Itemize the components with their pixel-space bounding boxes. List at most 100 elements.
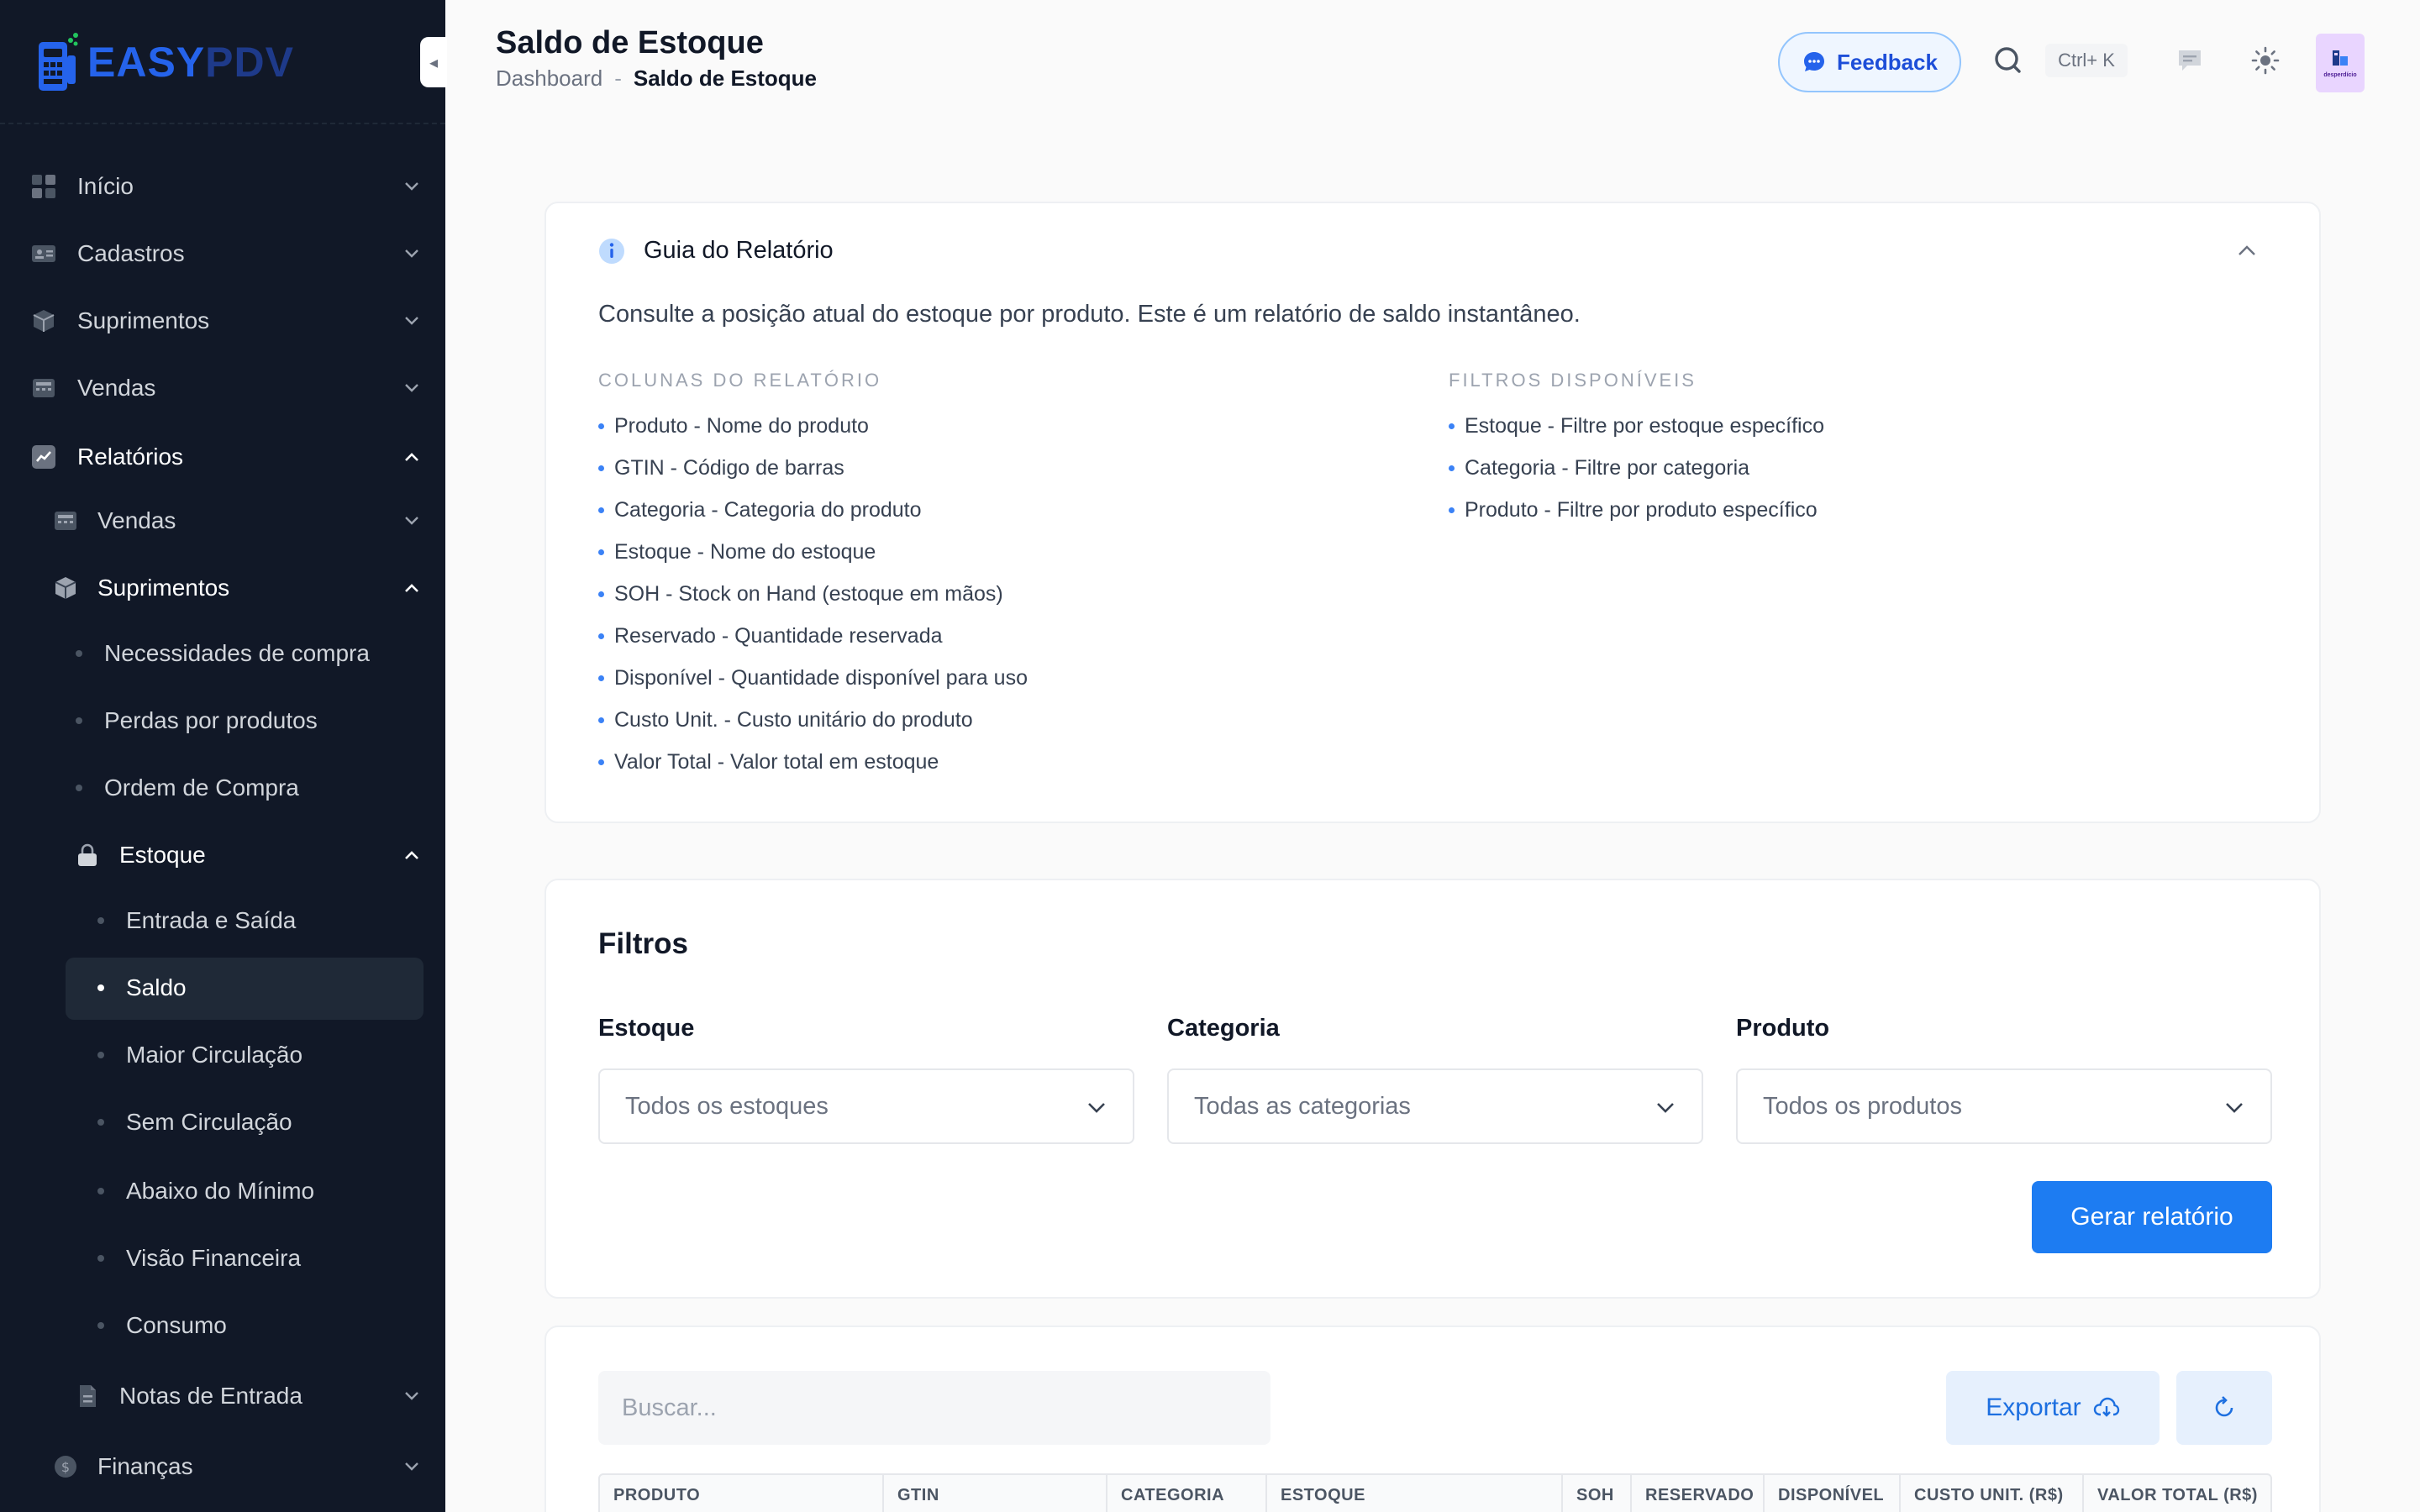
bullet-dot	[97, 1119, 104, 1126]
categoria-select-value: Todas as categorias	[1194, 1092, 1411, 1120]
document-icon	[74, 1383, 101, 1410]
list-item: SOH - Stock on Hand (estoque em mãos)	[598, 573, 1028, 615]
logo[interactable]: EASYPDV	[37, 30, 294, 94]
sidebar-item-financas[interactable]: $ Finanças	[0, 1441, 445, 1492]
chevron-up-icon	[402, 578, 422, 598]
sidebar-item-maior-circulacao[interactable]: Maior Circulação	[0, 1030, 445, 1080]
bullet-dot	[598, 633, 604, 639]
sidebar-item-label: Vendas	[97, 507, 176, 533]
export-button[interactable]: Exportar	[1946, 1371, 2160, 1445]
sidebar: EASYPDV Início Cadastros Suprimentos Ven…	[0, 0, 445, 1512]
column-header-disponivel[interactable]: DISPONÍVEL	[1765, 1475, 1901, 1512]
chevron-down-icon	[402, 511, 422, 531]
chevron-up-icon	[402, 447, 422, 467]
bullet-dot	[598, 591, 604, 597]
column-header-estoque[interactable]: ESTOQUE	[1267, 1475, 1563, 1512]
chevron-down-icon	[2223, 1097, 2245, 1119]
breadcrumb-dashboard-link[interactable]: Dashboard	[496, 66, 602, 92]
bullet-dot	[97, 1052, 104, 1058]
sidebar-item-entrada-e-saida[interactable]: Entrada e Saída	[0, 895, 445, 946]
svg-text:$: $	[61, 1459, 70, 1475]
column-header-categoria[interactable]: CATEGORIA	[1107, 1475, 1267, 1512]
sidebar-item-abaixo-do-minimo[interactable]: Abaixo do Mínimo	[0, 1166, 445, 1216]
column-header-gtin[interactable]: GTIN	[884, 1475, 1107, 1512]
estoque-select-value: Todos os estoques	[625, 1092, 829, 1120]
sidebar-item-relatorios[interactable]: Relatórios	[0, 432, 445, 482]
column-header-produto[interactable]: PRODUTO	[600, 1475, 884, 1512]
theme-toggle-button[interactable]	[2249, 44, 2282, 77]
bullet-dot	[76, 717, 82, 724]
avatar[interactable]: desperdício	[2316, 34, 2365, 92]
filters-list: Estoque - Filtre por estoque específico …	[1449, 405, 1824, 531]
bullet-dot	[1449, 465, 1455, 471]
sidebar-item-inicio[interactable]: Início	[0, 161, 445, 212]
categoria-select[interactable]: Todas as categorias	[1167, 1068, 1703, 1144]
refresh-icon	[2215, 1396, 2233, 1417]
search-shortcut-badge: Ctrl+ K	[2045, 44, 2128, 77]
sidebar-item-sem-circulacao[interactable]: Sem Circulação	[0, 1097, 445, 1147]
feedback-label: Feedback	[1837, 49, 1938, 75]
refresh-button[interactable]	[2176, 1371, 2272, 1445]
sidebar-item-suprimentos[interactable]: Suprimentos	[0, 296, 445, 346]
message-icon	[2179, 50, 2201, 71]
sidebar-item-estoque[interactable]: Estoque	[0, 830, 445, 880]
search-placeholder: Buscar...	[622, 1394, 717, 1421]
filters-title: Filtros	[598, 927, 688, 960]
bullet-dot	[76, 785, 82, 791]
bullet-dot	[97, 1322, 104, 1329]
search-input[interactable]: Buscar...	[598, 1371, 1270, 1445]
list-item: Categoria - Categoria do produto	[598, 489, 1028, 531]
sidebar-item-saldo[interactable]: Saldo	[0, 963, 445, 1013]
sidebar-item-notas-de-entrada[interactable]: Notas de Entrada	[0, 1371, 445, 1421]
guide-description: Consulte a posição atual do estoque por …	[598, 301, 1581, 328]
produto-label: Produto	[1736, 1015, 1830, 1042]
sidebar-item-necessidades-de-compra[interactable]: Necessidades de compra	[0, 628, 445, 679]
coin-icon: $	[52, 1453, 79, 1480]
column-header-valor-total[interactable]: VALOR TOTAL (R$)	[2084, 1475, 2270, 1512]
messages-button[interactable]	[2173, 44, 2207, 77]
bullet-dot	[97, 1188, 104, 1194]
lock-icon	[74, 842, 101, 869]
sidebar-item-relatorios-vendas[interactable]: Vendas	[0, 496, 445, 546]
guide-collapse-button[interactable]	[2235, 239, 2259, 262]
sidebar-item-ordem-de-compra[interactable]: Ordem de Compra	[0, 763, 445, 813]
column-header-custo-unit[interactable]: CUSTO UNIT. (R$)	[1901, 1475, 2084, 1512]
page-title: Saldo de Estoque	[496, 25, 764, 60]
column-header-reservado[interactable]: RESERVADO	[1632, 1475, 1765, 1512]
guide-header[interactable]: Guia do Relatório	[598, 237, 834, 265]
sidebar-item-label: Relatórios	[77, 444, 184, 470]
estoque-select[interactable]: Todos os estoques	[598, 1068, 1134, 1144]
chevron-down-icon	[1086, 1097, 1107, 1119]
generate-report-button[interactable]: Gerar relatório	[2032, 1181, 2272, 1253]
sidebar-item-consumo[interactable]: Consumo	[0, 1300, 445, 1351]
sidebar-item-perdas-por-produtos[interactable]: Perdas por produtos	[0, 696, 445, 746]
bullet-dot	[1449, 423, 1455, 429]
bullet-dot	[1449, 507, 1455, 513]
chevron-down-icon	[402, 1457, 422, 1477]
search-button[interactable]	[1991, 44, 2025, 77]
sidebar-item-cadastros[interactable]: Cadastros	[0, 228, 445, 279]
list-item: Valor Total - Valor total em estoque	[598, 741, 1028, 783]
sidebar-item-visao-financeira[interactable]: Visão Financeira	[0, 1233, 445, 1284]
feedback-button[interactable]: Feedback	[1778, 32, 1961, 92]
table-header: PRODUTO GTIN CATEGORIA ESTOQUE SOH RESER…	[598, 1473, 2272, 1512]
pos-terminal-icon	[39, 33, 78, 91]
box-icon	[30, 307, 57, 334]
sidebar-item-label: Cadastros	[77, 240, 185, 266]
info-icon	[599, 238, 624, 264]
sidebar-item-relatorios-suprimentos[interactable]: Suprimentos	[0, 563, 445, 613]
report-guide-card: Guia do Relatório Consulte a posição atu…	[544, 202, 2321, 823]
sidebar-collapse-button[interactable]: ◂	[420, 37, 447, 87]
bullet-dot	[598, 675, 604, 681]
bullet-dot	[598, 717, 604, 723]
export-label: Exportar	[1986, 1394, 2081, 1421]
column-header-soh[interactable]: SOH	[1563, 1475, 1632, 1512]
bullet-dot	[598, 423, 604, 429]
list-item: Disponível - Quantidade disponível para …	[598, 657, 1028, 699]
box-icon	[52, 575, 79, 601]
list-item: Estoque - Filtre por estoque específico	[1449, 405, 1824, 447]
produto-select[interactable]: Todos os produtos	[1736, 1068, 2272, 1144]
sidebar-item-label: Ordem de Compra	[104, 774, 299, 801]
filters-section-title: FILTROS DISPONÍVEIS	[1449, 370, 1697, 391]
sidebar-item-vendas[interactable]: Vendas	[0, 363, 445, 413]
